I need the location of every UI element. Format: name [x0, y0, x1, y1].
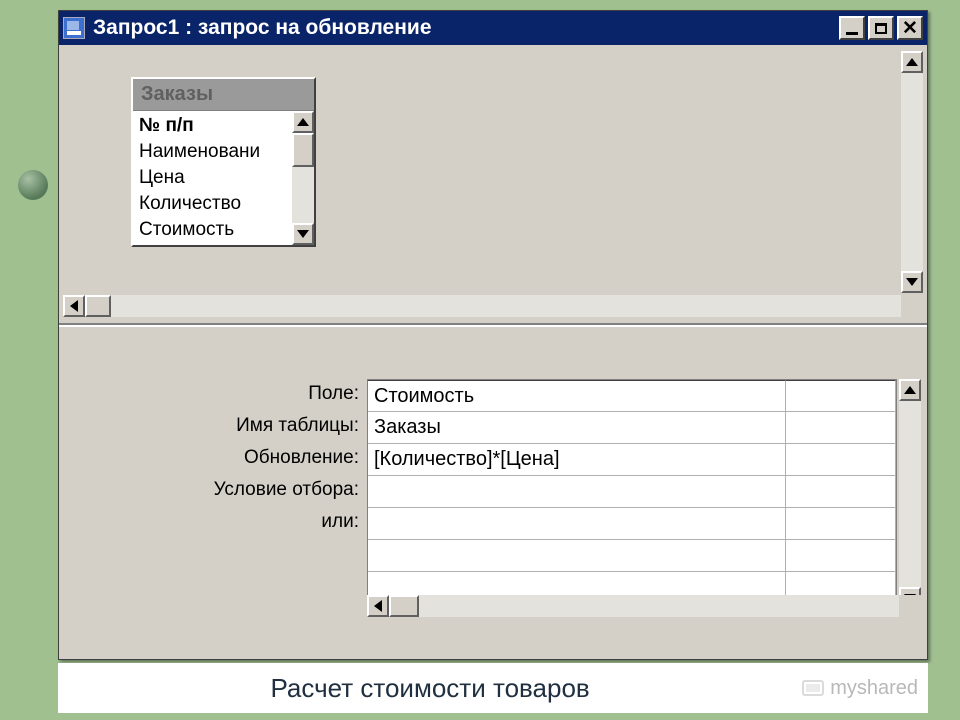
- cell-update[interactable]: [Количество]*[Цена]: [368, 444, 786, 475]
- cell-table[interactable]: Заказы: [368, 412, 786, 443]
- scroll-left-button[interactable]: [367, 595, 389, 617]
- scroll-left-button[interactable]: [63, 295, 85, 317]
- label-field: Поле:: [67, 379, 367, 411]
- scroll-track[interactable]: [901, 73, 923, 271]
- cell-field[interactable]: Стоимость: [368, 380, 786, 411]
- list-item[interactable]: Количество: [133, 191, 292, 217]
- table-title: Заказы: [133, 79, 314, 111]
- list-item[interactable]: Стоимость: [133, 217, 292, 243]
- scroll-track[interactable]: [111, 295, 901, 317]
- scroll-corner: [899, 595, 921, 617]
- scroll-thumb[interactable]: [389, 595, 419, 617]
- cell-or[interactable]: [368, 508, 786, 539]
- tables-pane: Заказы № п/п Наименовани Цена Количество…: [59, 45, 927, 325]
- cell-empty[interactable]: [786, 380, 896, 411]
- upper-pane-vscroll[interactable]: [901, 51, 923, 293]
- scroll-thumb[interactable]: [85, 295, 111, 317]
- field-list[interactable]: № п/п Наименовани Цена Количество Стоимо…: [133, 111, 292, 245]
- fieldlist-vscroll[interactable]: [292, 111, 314, 245]
- cell-empty[interactable]: [368, 540, 786, 571]
- scroll-track[interactable]: [419, 595, 899, 617]
- scroll-thumb[interactable]: [292, 133, 314, 167]
- label-table: Имя таблицы:: [67, 411, 367, 443]
- query-designer-window: Запрос1 : запрос на обновление ✕ Заказы …: [58, 10, 928, 660]
- maximize-button[interactable]: [868, 16, 894, 40]
- scroll-up-button[interactable]: [901, 51, 923, 73]
- label-criteria: Условие отбора:: [67, 475, 367, 507]
- upper-pane-hscroll[interactable]: [63, 295, 923, 317]
- app-icon: [63, 17, 85, 39]
- scroll-down-button[interactable]: [292, 223, 314, 245]
- label-update: Обновление:: [67, 443, 367, 475]
- watermark-text: myshared: [830, 677, 918, 700]
- label-or: или:: [67, 507, 367, 539]
- list-item[interactable]: № п/п: [133, 113, 292, 139]
- slide-footer: Расчет стоимости товаров myshared: [58, 663, 928, 713]
- slide-caption: Расчет стоимости товаров: [58, 673, 802, 704]
- slide-bullet-icon: [18, 170, 48, 200]
- cell-criteria[interactable]: [368, 476, 786, 507]
- watermark: myshared: [802, 677, 928, 700]
- window-title: Запрос1 : запрос на обновление: [93, 16, 432, 40]
- cell-empty[interactable]: [786, 508, 896, 539]
- scroll-track[interactable]: [899, 401, 921, 587]
- grid-row-labels: Поле: Имя таблицы: Обновление: Условие о…: [67, 379, 367, 609]
- scroll-corner: [901, 295, 923, 317]
- cell-empty[interactable]: [786, 412, 896, 443]
- titlebar[interactable]: Запрос1 : запрос на обновление ✕: [59, 11, 927, 45]
- grid-cells[interactable]: Стоимость Заказы [Количество]*[Цена]: [367, 379, 897, 609]
- scroll-up-button[interactable]: [899, 379, 921, 401]
- cell-empty[interactable]: [786, 540, 896, 571]
- scroll-down-button[interactable]: [901, 271, 923, 293]
- scroll-track[interactable]: [292, 167, 314, 223]
- table-field-list[interactable]: Заказы № п/п Наименовани Цена Количество…: [131, 77, 316, 247]
- close-button[interactable]: ✕: [897, 16, 923, 40]
- list-item[interactable]: Цена: [133, 165, 292, 191]
- scroll-up-button[interactable]: [292, 111, 314, 133]
- cell-empty[interactable]: [786, 476, 896, 507]
- cell-empty[interactable]: [786, 444, 896, 475]
- list-item[interactable]: Наименовани: [133, 139, 292, 165]
- design-grid-pane: Поле: Имя таблицы: Обновление: Условие о…: [59, 325, 927, 659]
- grid-hscroll[interactable]: [367, 595, 921, 617]
- grid-vscroll[interactable]: [899, 379, 921, 609]
- minimize-button[interactable]: [839, 16, 865, 40]
